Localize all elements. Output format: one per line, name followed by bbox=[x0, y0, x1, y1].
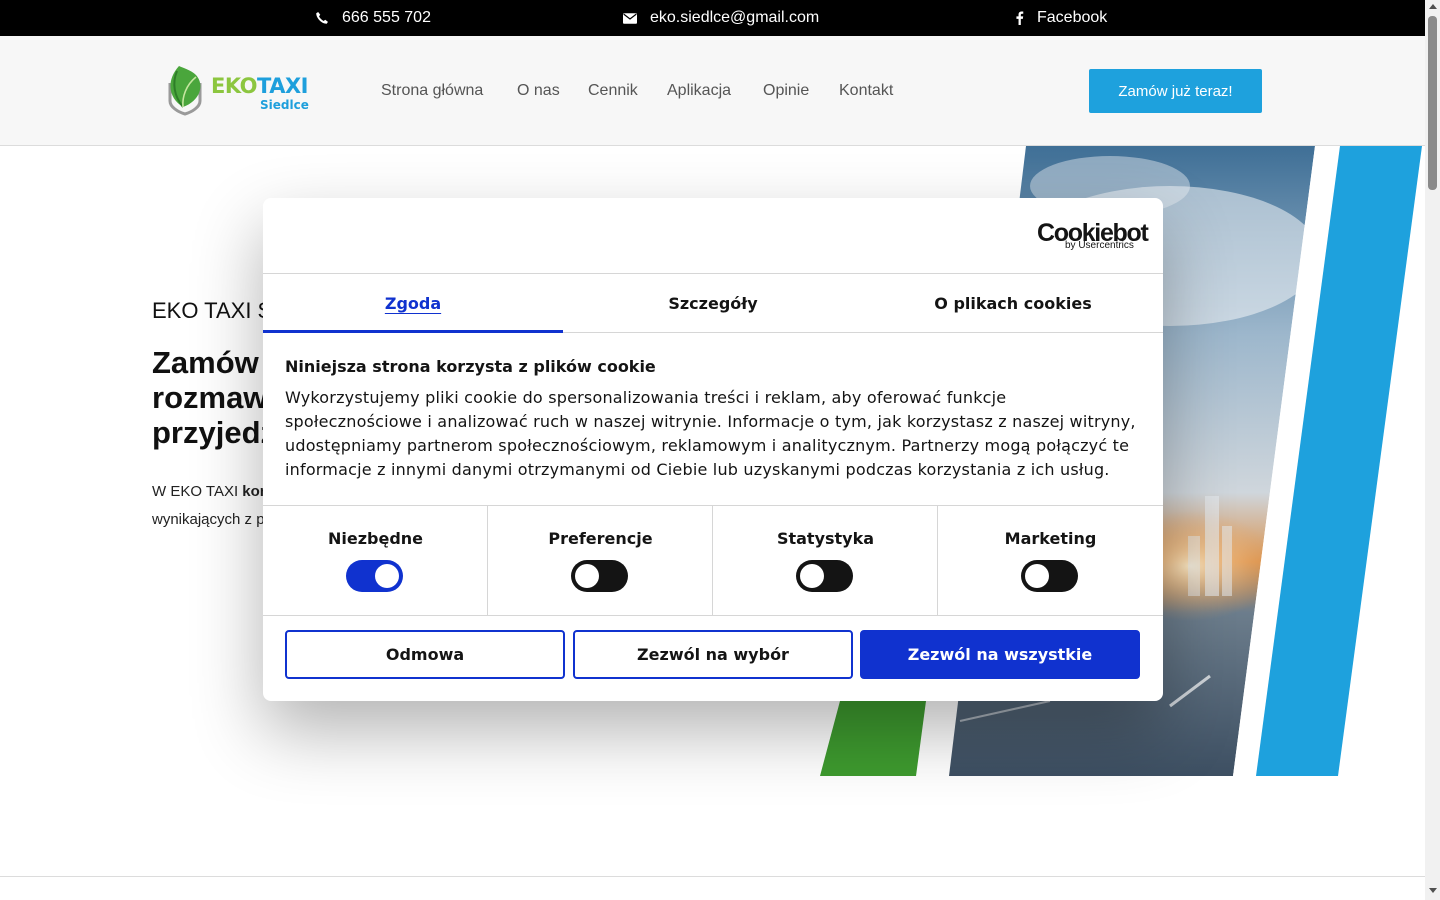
allow-all-button[interactable]: Zezwól na wszystkie bbox=[860, 630, 1140, 679]
statistics-toggle[interactable] bbox=[796, 560, 853, 592]
nav-home[interactable]: Strona główna bbox=[381, 36, 483, 145]
site-header: EKOTAXI Siedlce Strona główna O nas Cenn… bbox=[0, 36, 1425, 146]
category-label: Niezbędne bbox=[327, 529, 424, 548]
preferences-toggle[interactable] bbox=[571, 560, 628, 592]
active-tab-indicator bbox=[263, 330, 563, 333]
facebook-label: Facebook bbox=[1037, 9, 1108, 26]
cookie-tabs: Zgoda Szczegóły O plikach cookies bbox=[263, 273, 1163, 333]
toggle-knob bbox=[800, 564, 824, 588]
category-statistics: Statystyka bbox=[712, 506, 938, 615]
top-bar: 666 555 702 eko.siedlce@gmail.com Facebo… bbox=[0, 0, 1425, 36]
category-label: Statystyka bbox=[776, 529, 875, 548]
nav-pricing[interactable]: Cennik bbox=[588, 36, 638, 145]
tab-about-cookies[interactable]: O plikach cookies bbox=[863, 274, 1163, 332]
cookie-consent-dialog: Cookiebot by Usercentrics Zgoda Szczegół… bbox=[263, 198, 1163, 701]
logo-city: Siedlce bbox=[260, 98, 309, 112]
hero-title-line: przyjedz bbox=[152, 415, 277, 450]
logo-eko-text: EKO bbox=[211, 74, 258, 98]
page-scrollbar[interactable] bbox=[1425, 0, 1440, 900]
nav-reviews[interactable]: Opinie bbox=[763, 36, 809, 145]
deny-button[interactable]: Odmowa bbox=[285, 630, 565, 679]
email-contact[interactable]: eko.siedlce@gmail.com bbox=[623, 0, 819, 36]
toggle-knob bbox=[375, 564, 399, 588]
hero-desc-text: W EKO TAXI bbox=[152, 483, 243, 500]
category-marketing: Marketing bbox=[937, 506, 1163, 615]
email-address: eko.siedlce@gmail.com bbox=[650, 9, 820, 26]
hero-subtitle: EKO TAXI S bbox=[152, 298, 273, 323]
order-now-button[interactable]: Zamów już teraz! bbox=[1089, 69, 1262, 113]
nav-about[interactable]: O nas bbox=[517, 36, 560, 145]
envelope-icon bbox=[623, 12, 637, 24]
consent-title: Niniejsza strona korzysta z plików cooki… bbox=[285, 357, 656, 376]
hero-desc-text: wynikających z p bbox=[152, 511, 265, 528]
phone-number: 666 555 702 bbox=[342, 9, 431, 26]
category-necessary: Niezbędne bbox=[263, 506, 488, 615]
toggle-knob bbox=[575, 564, 599, 588]
allow-selection-button[interactable]: Zezwól na wybór bbox=[573, 630, 853, 679]
hero-title: Zamów rozmaw przyjedz bbox=[152, 345, 276, 450]
logo-wordmark: EKOTAXI bbox=[211, 76, 308, 97]
toggle-knob bbox=[1025, 564, 1049, 588]
hero-description: W EKO TAXI kon wynikających z p bbox=[152, 478, 269, 534]
consent-categories: Niezbędne Preferencje Statystyka Marketi… bbox=[263, 505, 1163, 616]
facebook-link[interactable]: Facebook bbox=[1015, 0, 1107, 36]
ekotaxi-logo[interactable]: EKOTAXI Siedlce bbox=[166, 63, 311, 117]
cookiebot-byline: by Usercentrics bbox=[1065, 240, 1134, 251]
nav-contact[interactable]: Kontakt bbox=[839, 36, 893, 145]
necessary-toggle[interactable] bbox=[346, 560, 403, 592]
logo-taxi-text: TAXI bbox=[257, 74, 308, 98]
tab-details[interactable]: Szczegóły bbox=[563, 274, 863, 332]
category-label: Preferencje bbox=[548, 529, 653, 548]
nav-app[interactable]: Aplikacja bbox=[667, 36, 731, 145]
facebook-icon bbox=[1016, 11, 1024, 25]
category-preferences: Preferencje bbox=[487, 506, 713, 615]
tab-consent[interactable]: Zgoda bbox=[263, 274, 563, 332]
phone-contact[interactable]: 666 555 702 bbox=[315, 0, 431, 36]
scroll-down-arrow-icon[interactable] bbox=[1429, 888, 1437, 893]
scrollbar-thumb[interactable] bbox=[1428, 16, 1437, 190]
hero-title-line: Zamów bbox=[152, 345, 259, 380]
cookiebot-logo: Cookiebot by Usercentrics bbox=[1037, 218, 1149, 254]
scroll-up-arrow-icon[interactable] bbox=[1429, 4, 1437, 9]
consent-body: Wykorzystujemy pliki cookie do spersonal… bbox=[285, 388, 1136, 479]
section-divider bbox=[0, 876, 1425, 877]
phone-icon bbox=[316, 12, 328, 24]
hero-title-line: rozmaw bbox=[152, 380, 268, 415]
marketing-toggle[interactable] bbox=[1021, 560, 1078, 592]
leaf-shield-icon bbox=[168, 66, 202, 116]
category-label: Marketing bbox=[1004, 529, 1097, 548]
